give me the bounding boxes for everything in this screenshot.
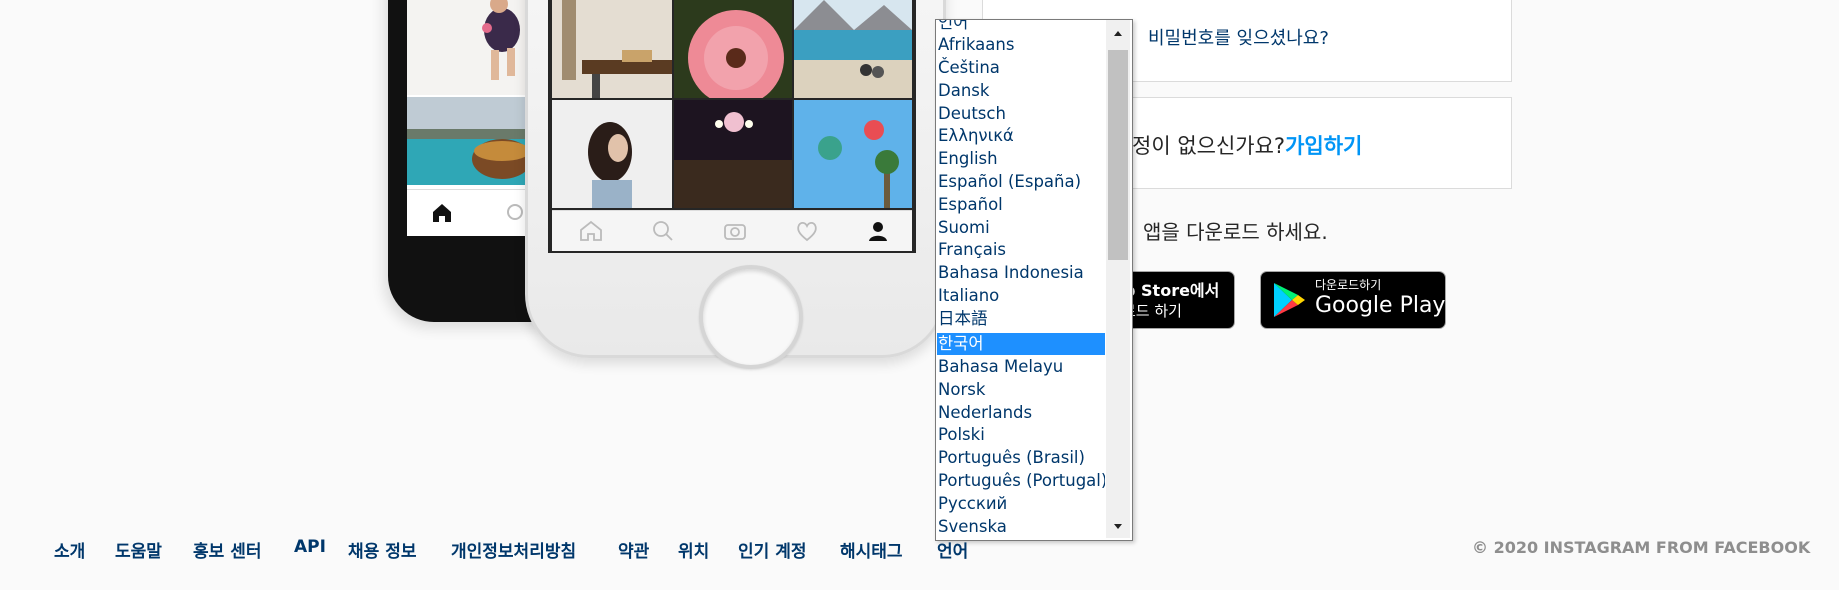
photo-ferris-wheel [794, 100, 912, 208]
language-option[interactable]: Français [937, 239, 1105, 261]
google-play-icon [1274, 283, 1305, 317]
forgot-password-link[interactable]: 비밀번호를 잊으셨나요? [1148, 24, 1329, 50]
language-option[interactable]: Svenska [937, 516, 1105, 538]
language-option[interactable]: Polski [937, 424, 1105, 446]
google-play-line1: 다운로드하기 [1315, 278, 1382, 292]
language-option[interactable]: Suomi [937, 217, 1105, 239]
language-option-partial[interactable]: 언어 [937, 20, 1105, 34]
google-play-line2: Google Play [1315, 293, 1446, 318]
language-option[interactable]: Deutsch [937, 103, 1105, 125]
language-option[interactable]: English [937, 148, 1105, 170]
language-option[interactable]: Nederlands [937, 402, 1105, 424]
scrollbar-thumb[interactable] [1108, 50, 1128, 260]
footer-link-language[interactable]: 언어 [937, 537, 968, 562]
copyright-text: © 2020 INSTAGRAM FROM FACEBOOK [1472, 538, 1811, 557]
photo-lake-mountains [794, 0, 912, 98]
language-option[interactable]: Italiano [937, 285, 1105, 307]
footer-link-help[interactable]: 도움말 [115, 537, 162, 562]
language-option[interactable]: Čeština [937, 57, 1105, 79]
home-icon [580, 220, 602, 241]
scroll-down-arrow-icon[interactable] [1110, 518, 1126, 534]
footer-link-jobs[interactable]: 채용 정보 [348, 537, 416, 562]
signup-prompt: 정이 없으신가요?가입하기 [1132, 130, 1362, 160]
photo-dining-room [552, 0, 672, 98]
photo-concert [674, 100, 792, 208]
scroll-up-arrow-icon[interactable] [1110, 25, 1126, 41]
language-option[interactable]: Português (Portugal) [937, 470, 1105, 492]
phone-home-button [699, 265, 803, 369]
signup-link[interactable]: 가입하기 [1285, 134, 1362, 158]
language-option[interactable]: Ελληνικά [937, 125, 1105, 147]
language-dropdown-list[interactable]: 언어 Afrikaans Čeština Dansk Deutsch Ελλην… [935, 19, 1133, 541]
photo-pink-flower [674, 0, 792, 98]
language-option[interactable]: Español (España) [937, 171, 1105, 193]
footer-link-hashtags[interactable]: 해시태그 [840, 537, 903, 562]
footer-link-privacy[interactable]: 개인정보처리방침 [451, 537, 576, 562]
footer-link-about[interactable]: 소개 [54, 537, 85, 562]
language-option-selected[interactable]: 한국어 [937, 333, 1105, 355]
language-option[interactable]: Dansk [937, 80, 1105, 102]
photo-woman-hair [552, 100, 672, 208]
language-option[interactable]: Bahasa Indonesia [937, 262, 1105, 284]
footer-link-press[interactable]: 홍보 센터 [193, 537, 261, 562]
language-option[interactable]: 日本語 [937, 308, 1105, 330]
search-icon [507, 204, 523, 220]
heart-icon [797, 221, 817, 242]
footer-link-api[interactable]: API [294, 537, 326, 557]
language-option[interactable]: Português (Brasil) [937, 447, 1105, 469]
language-option[interactable]: Bahasa Melayu [937, 356, 1105, 378]
search-icon [653, 221, 673, 241]
footer-link-terms[interactable]: 약관 [618, 537, 649, 562]
front-phone-tab-bar [552, 210, 912, 251]
language-option[interactable]: Русский [937, 493, 1105, 515]
language-option[interactable]: Norsk [937, 379, 1105, 401]
profile-icon [869, 222, 887, 241]
app-store-line1: p Store에서 [1124, 281, 1220, 300]
home-icon [433, 204, 451, 222]
camera-icon [724, 224, 746, 240]
footer-link-locations[interactable]: 위치 [678, 537, 709, 562]
footer-link-top-accounts[interactable]: 인기 계정 [738, 537, 806, 562]
no-account-text: 정이 없으신가요? [1132, 134, 1286, 158]
download-app-text: 앱을 다운로드 하세요. [1143, 220, 1328, 244]
language-option[interactable]: Español [937, 194, 1105, 216]
language-option[interactable]: Afrikaans [937, 34, 1105, 56]
